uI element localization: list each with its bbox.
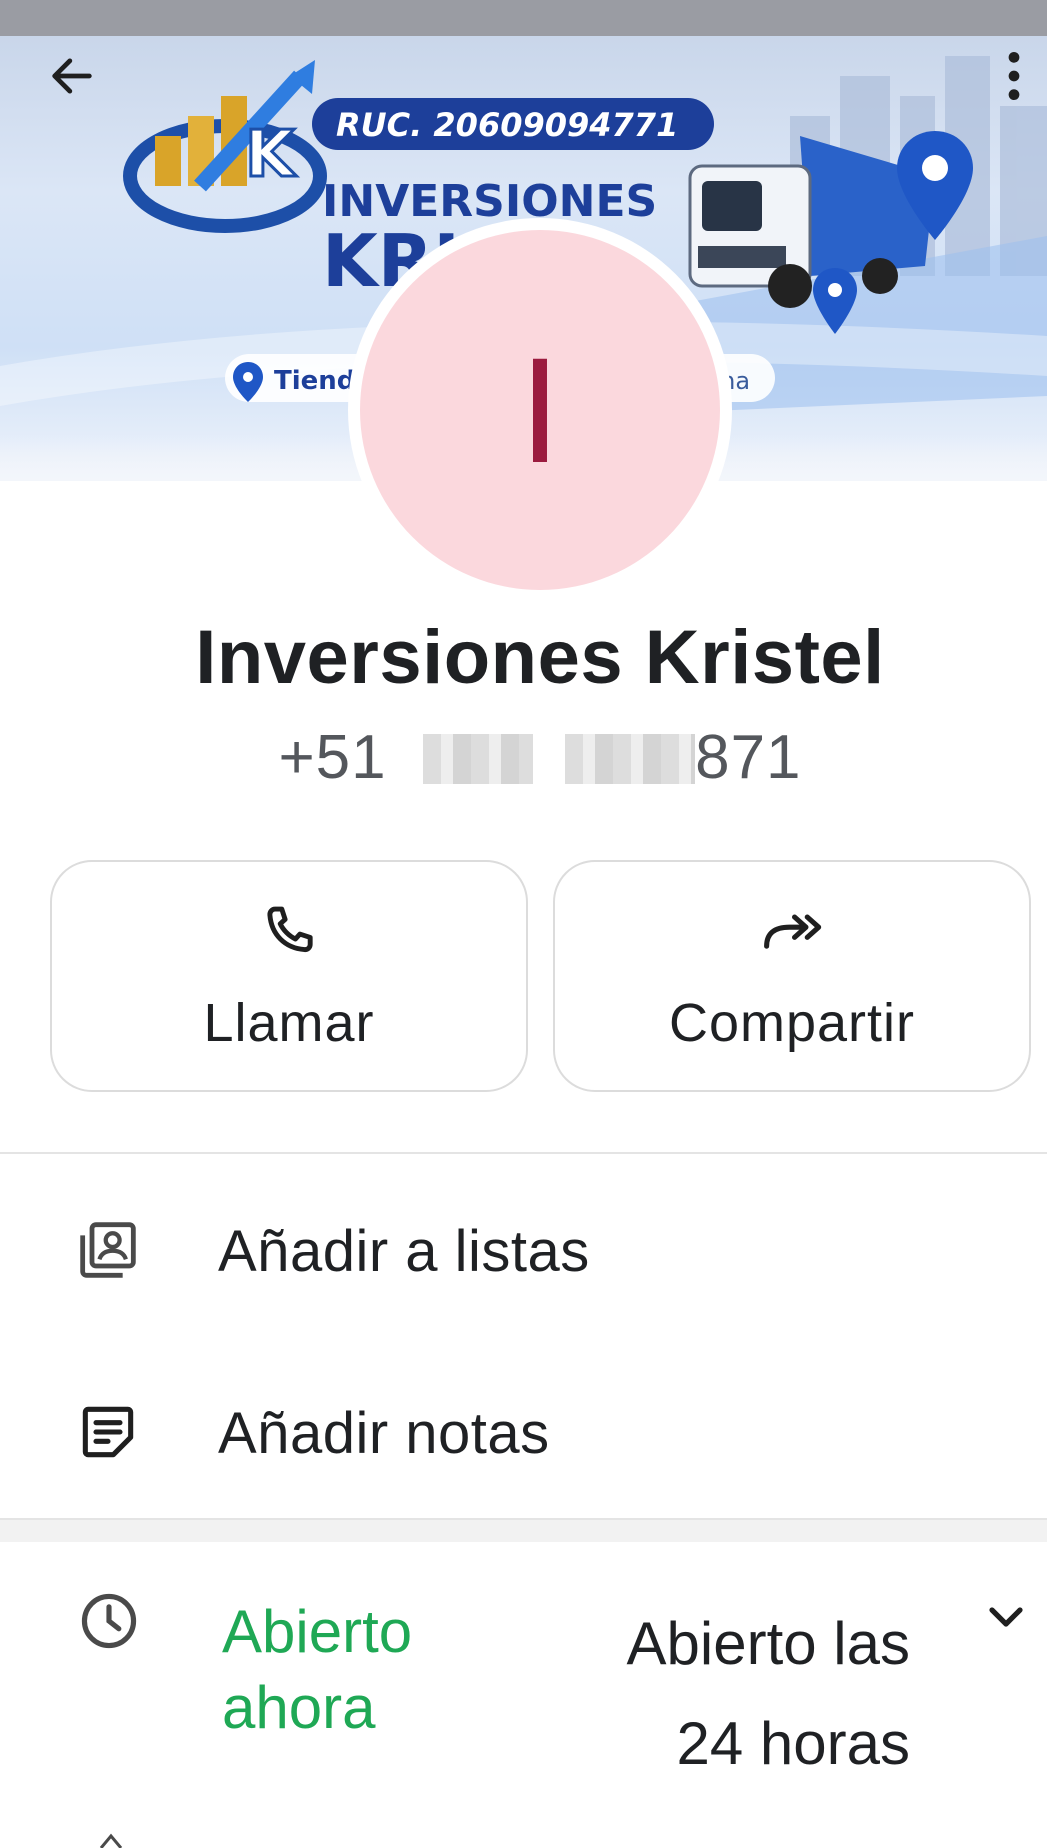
call-button[interactable]: Llamar bbox=[50, 860, 528, 1092]
open-now-status: Abierto ahora bbox=[222, 1594, 482, 1746]
hours-schedule: Abierto las 24 horas bbox=[560, 1594, 910, 1794]
section-gap bbox=[0, 1520, 1047, 1542]
section-divider bbox=[0, 1152, 1047, 1154]
avatar: I bbox=[360, 230, 720, 590]
next-row-icon-peek bbox=[99, 1833, 123, 1848]
more-options-button[interactable] bbox=[982, 44, 1046, 108]
avatar-initial: I bbox=[519, 325, 561, 494]
schedule-line1: Abierto las bbox=[626, 1610, 910, 1677]
contact-name: Inversiones Kristel bbox=[195, 615, 885, 700]
share-forward-icon bbox=[764, 914, 822, 949]
call-label: Llamar bbox=[203, 993, 375, 1053]
contact-list-icon bbox=[80, 1222, 136, 1278]
phone-redaction-1 bbox=[422, 734, 533, 784]
phone-suffix: 871 bbox=[695, 723, 802, 792]
share-button[interactable]: Compartir bbox=[553, 860, 1031, 1092]
open-now-line2: ahora bbox=[222, 1674, 376, 1741]
chevron-down-icon[interactable] bbox=[982, 1592, 1030, 1640]
back-button[interactable] bbox=[40, 44, 104, 108]
add-notes-label: Añadir notas bbox=[218, 1401, 550, 1466]
phone-icon bbox=[267, 906, 313, 953]
more-vert-icon bbox=[1008, 51, 1020, 101]
status-bar-strip bbox=[0, 0, 1047, 36]
phone-redaction-2 bbox=[565, 734, 696, 784]
add-to-lists-label: Añadir a listas bbox=[218, 1219, 590, 1284]
add-to-lists-row[interactable]: Añadir a listas bbox=[0, 1180, 1047, 1320]
arrow-left-icon bbox=[52, 58, 92, 94]
logo-letter: K bbox=[245, 118, 297, 192]
phone-prefix: +51 bbox=[278, 723, 387, 792]
business-hours-row[interactable]: Abierto ahora Abierto las 24 horas bbox=[0, 1570, 1047, 1820]
open-now-line1: Abierto bbox=[222, 1598, 413, 1665]
ruc-text: RUC. 20609094771 bbox=[336, 106, 678, 144]
share-label: Compartir bbox=[668, 993, 916, 1053]
clock-icon bbox=[81, 1593, 137, 1649]
note-icon bbox=[82, 1406, 134, 1458]
contact-phone: +51 871 bbox=[0, 722, 1047, 793]
schedule-line2: 24 horas bbox=[676, 1710, 911, 1777]
add-notes-row[interactable]: Añadir notas bbox=[0, 1362, 1047, 1502]
